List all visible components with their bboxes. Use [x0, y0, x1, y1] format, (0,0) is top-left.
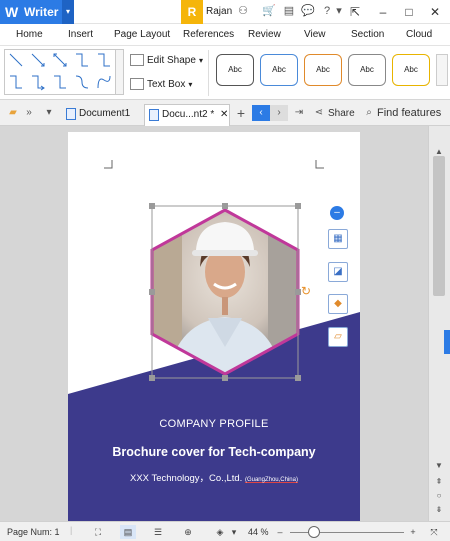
- document-icon[interactable]: ▤: [282, 4, 296, 18]
- shape-style-1[interactable]: Abc: [216, 54, 254, 86]
- brochure-background: [68, 160, 360, 521]
- search-icon[interactable]: ⌕: [360, 105, 378, 121]
- company-location-text: (GuangZhou,China): [244, 477, 298, 483]
- find-features-button[interactable]: Find features: [377, 107, 441, 119]
- connector-shape-gallery[interactable]: [4, 49, 116, 95]
- send-icon[interactable]: ⇥: [290, 105, 308, 121]
- menu-references[interactable]: References: [183, 29, 234, 40]
- collapse-toolbar-icon[interactable]: –: [330, 206, 344, 220]
- doc-file-icon: [66, 108, 76, 120]
- menu-home[interactable]: Home: [16, 29, 43, 40]
- ribbon-divider: [208, 50, 209, 96]
- previous-tab-icon[interactable]: ‹: [252, 105, 270, 121]
- tab-document2-label: Docu...nt2 *: [162, 109, 215, 120]
- text-box-dropdown-icon: ▾: [188, 79, 193, 89]
- close-icon[interactable]: ✕: [424, 2, 446, 22]
- user-avatar-icon[interactable]: ⚇: [236, 4, 250, 18]
- app-dropdown-icon[interactable]: ▾: [62, 0, 74, 24]
- tab-document2-close-icon[interactable]: ✕: [220, 109, 228, 120]
- status-divider: |: [70, 525, 73, 535]
- edit-shape-button[interactable]: Edit Shape ▾: [130, 54, 203, 66]
- next-page-icon[interactable]: ⇟: [433, 504, 445, 516]
- menu-review[interactable]: Review: [248, 29, 281, 40]
- writer-logo-icon: W: [5, 4, 19, 20]
- vertical-scrollbar[interactable]: ▲ ▼ ⇞ ○ ⇟: [428, 126, 450, 521]
- cart-icon[interactable]: 🛒: [262, 4, 276, 18]
- gallery-scroll[interactable]: [116, 49, 124, 95]
- zoom-level[interactable]: 44 %: [248, 527, 269, 537]
- menu-section[interactable]: Section: [351, 29, 384, 40]
- style-gallery-scroll[interactable]: [436, 54, 448, 86]
- expand-icon[interactable]: »: [20, 105, 38, 121]
- fill-color-icon[interactable]: ◆: [328, 294, 348, 314]
- protect-dropdown-icon[interactable]: ▾: [226, 525, 242, 539]
- minimize-icon[interactable]: –: [372, 2, 394, 22]
- tab-document1-label: Document1: [79, 108, 131, 119]
- menu-cloud[interactable]: Cloud: [406, 29, 432, 40]
- menu-view[interactable]: View: [304, 29, 326, 40]
- document-tab-bar: ▰ » ▾ Document1 ✕ Docu...nt2 * ✕ + ‹ › ⇥…: [0, 100, 450, 139]
- page-view-icon[interactable]: ▤: [120, 525, 136, 539]
- new-tab-icon[interactable]: +: [232, 105, 250, 121]
- menu-bar: Home Insert Page Layout References Revie…: [0, 24, 450, 46]
- next-tab-icon[interactable]: ›: [270, 105, 288, 121]
- maximize-icon[interactable]: □: [398, 2, 420, 22]
- tab-list-dropdown-icon[interactable]: ▾: [40, 105, 58, 121]
- doc-file-icon: [149, 109, 159, 121]
- tab-document1[interactable]: Document1 ✕: [62, 104, 142, 139]
- connector-shapes-icon: [9, 53, 111, 91]
- outline-color-icon[interactable]: ▱: [328, 327, 348, 347]
- edit-shape-label: Edit Shape: [147, 54, 196, 66]
- ribbon: Edit Shape ▾ Text Box ▾ Abc Abc Abc Abc …: [0, 46, 450, 100]
- text-box-label: Text Box: [147, 78, 186, 90]
- menu-page-layout[interactable]: Page Layout: [114, 29, 170, 40]
- restore-window-icon[interactable]: ⇱: [344, 2, 366, 22]
- shape-style-5[interactable]: Abc: [392, 54, 430, 86]
- outline-view-icon[interactable]: ☰: [150, 525, 166, 539]
- rotate-handle-icon[interactable]: ↻: [301, 284, 311, 298]
- zoom-in-icon[interactable]: +: [405, 525, 421, 539]
- company-name-text: XXX Technology，Co.,Ltd.: [130, 473, 243, 484]
- previous-page-icon[interactable]: ⇞: [433, 476, 445, 488]
- company-profile-text[interactable]: COMPANY PROFILE: [68, 418, 360, 430]
- page-number: Page Num: 1: [7, 527, 60, 537]
- document-page[interactable]: COMPANY PROFILE Brochure cover for Tech-…: [68, 132, 360, 521]
- title-bar: W Writer ▾ R Rajan ⚇ 🛒 ▤ 💬 ? ▾ ⇱ – □ ✕: [0, 0, 450, 24]
- scroll-down-icon[interactable]: ▼: [433, 460, 445, 472]
- zoom-slider-knob[interactable]: [308, 526, 320, 538]
- status-bar: Page Num: 1 | ⛶ ▤ ☰ ⊕ ◈ ▾ 44 % – + ⤧: [0, 521, 450, 541]
- text-box-icon: [130, 78, 144, 90]
- user-badge[interactable]: R: [181, 0, 203, 24]
- chat-icon[interactable]: 💬: [301, 4, 315, 18]
- user-name[interactable]: Rajan: [206, 6, 232, 17]
- shape-style-2[interactable]: Abc: [260, 54, 298, 86]
- fit-window-icon[interactable]: ⤧: [426, 525, 442, 539]
- document-workspace: COMPANY PROFILE Brochure cover for Tech-…: [0, 126, 428, 521]
- web-view-icon[interactable]: ⊕: [180, 525, 196, 539]
- zoom-out-icon[interactable]: –: [272, 525, 288, 539]
- menu-insert[interactable]: Insert: [68, 29, 93, 40]
- scroll-thumb[interactable]: [433, 156, 445, 296]
- share-button[interactable]: Share: [328, 108, 355, 119]
- app-name: Writer: [24, 5, 59, 19]
- layout-options-icon[interactable]: ▦: [328, 229, 348, 249]
- company-line[interactable]: XXX Technology，Co.,Ltd. (GuangZhou,China…: [68, 470, 360, 484]
- brochure-headline[interactable]: Brochure cover for Tech-company: [68, 445, 360, 459]
- shape-style-4[interactable]: Abc: [348, 54, 386, 86]
- fullscreen-icon[interactable]: ⛶: [90, 525, 106, 539]
- shape-style-3[interactable]: Abc: [304, 54, 342, 86]
- side-panel-handle[interactable]: [444, 330, 450, 354]
- edit-shape-dropdown-icon: ▾: [198, 55, 203, 65]
- edit-shape-icon: [130, 54, 144, 66]
- text-box-button[interactable]: Text Box ▾: [130, 78, 192, 90]
- tab-document2[interactable]: Docu...nt2 * ✕: [144, 104, 230, 126]
- select-browse-icon[interactable]: ○: [433, 490, 445, 502]
- share-icon[interactable]: ⋖: [310, 105, 328, 121]
- shape-style-icon[interactable]: ◪: [328, 262, 348, 282]
- app-menu-button[interactable]: W Writer ▾: [0, 0, 74, 24]
